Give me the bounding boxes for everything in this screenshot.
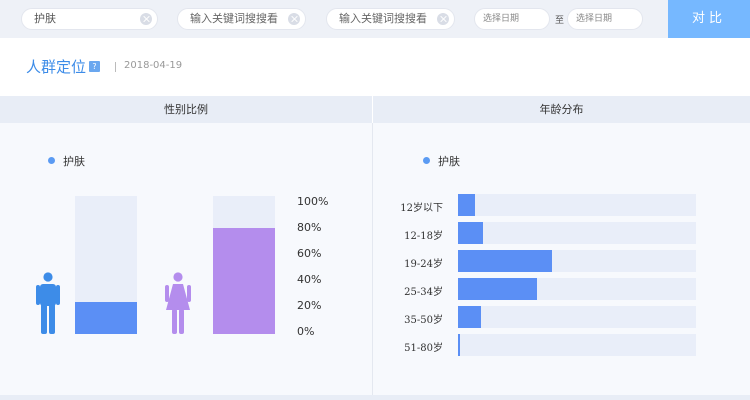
legend-dot [48,157,55,164]
start-date-placeholder: 选择日期 [483,14,520,24]
end-date-input[interactable]: 选择日期 [567,8,643,30]
age-bar [458,222,483,244]
report-date: 2018-04-19 [124,60,183,71]
panel-divider [372,123,373,395]
clear-icon[interactable] [437,13,449,25]
date-range-separator: 至 [555,16,565,26]
percent-tick-label: 0% [297,325,315,338]
percent-tick-label: 100% [297,195,329,208]
search-input-1[interactable]: 护肤 [21,8,158,30]
age-bar-track [458,222,696,244]
age-group-label: 12-18岁 [404,231,443,242]
age-bar-track [458,278,696,300]
bottom-strip [0,395,750,400]
search-input-1-value: 护肤 [34,12,56,25]
age-bar-track [458,334,696,356]
female-icon [165,272,191,334]
end-date-placeholder: 选择日期 [576,14,613,24]
age-bar-track [458,194,696,216]
title-divider [115,62,116,72]
age-bar [458,334,461,356]
page-title: 人群定位 [26,58,87,76]
age-panel-title: 年龄分布 [373,96,750,123]
age-bar [458,278,537,300]
age-bar-track [458,306,696,328]
age-legend: 护肤 [423,153,460,169]
gender-panel-title: 性别比例 [0,96,372,123]
age-group-label: 19-24岁 [404,259,443,270]
age-group-label: 12岁以下 [400,203,443,214]
male-icon [36,272,60,334]
compare-button[interactable]: 对比 [668,0,750,38]
age-group-label: 35-50岁 [404,315,443,326]
top-search-bar: 护肤 输入关键词搜搜看 输入关键词搜搜看 选择日期 至 选择日期 对比 [0,0,750,38]
female-bar-track [213,196,275,334]
age-bar [458,250,552,272]
age-bar [458,194,475,216]
male-bar-track [75,196,137,334]
percent-tick-label: 20% [297,299,322,312]
age-group-label: 25-34岁 [404,287,443,298]
legend-dot [423,157,430,164]
clear-icon[interactable] [140,13,152,25]
percent-tick-label: 40% [297,273,322,286]
percent-tick-label: 60% [297,247,322,260]
gender-legend-label: 护肤 [63,155,85,168]
age-bar-track [458,250,696,272]
search-input-2[interactable]: 输入关键词搜搜看 [177,8,306,30]
age-bar [458,306,481,328]
percent-tick-label: 80% [297,221,322,234]
clear-icon[interactable] [288,13,300,25]
female-bar [213,227,275,334]
gender-legend: 护肤 [48,153,85,169]
age-group-label: 51-80岁 [404,343,443,354]
search-input-2-placeholder: 输入关键词搜搜看 [190,12,278,25]
search-input-3[interactable]: 输入关键词搜搜看 [326,8,455,30]
help-icon[interactable]: ? [89,61,100,72]
start-date-input[interactable]: 选择日期 [474,8,550,30]
search-input-3-placeholder: 输入关键词搜搜看 [339,12,427,25]
male-bar [75,302,137,334]
age-legend-label: 护肤 [438,155,460,168]
